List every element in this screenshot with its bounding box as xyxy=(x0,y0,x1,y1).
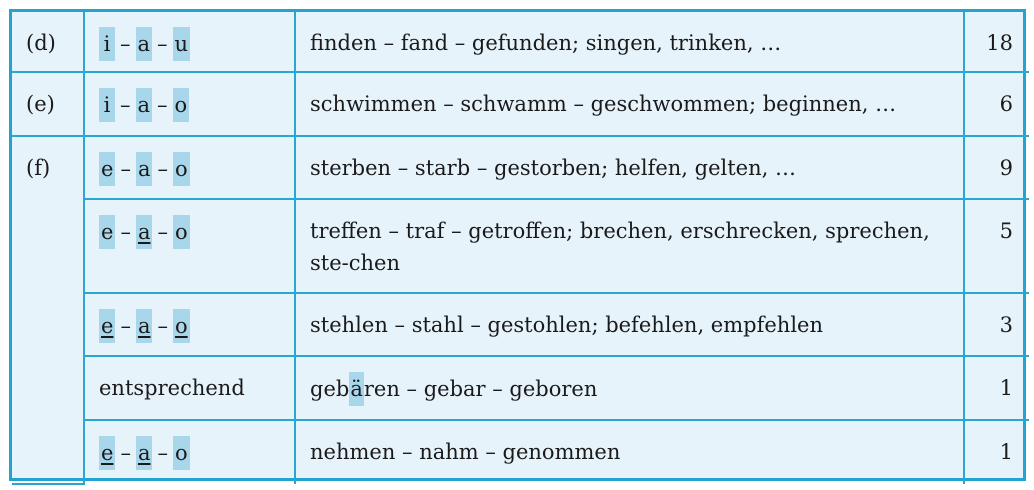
verb-examples: gebären – gebar – geboren xyxy=(294,355,965,421)
vowel-1: e xyxy=(99,152,116,186)
verb-examples: sterben – starb – gestorben; helfen, gel… xyxy=(294,135,965,200)
table-row: e – a – o treffen – traf – getroffen; breche… xyxy=(12,198,1029,294)
vowel-pattern: e – a – o xyxy=(84,292,296,357)
vowel-3: u xyxy=(172,27,191,61)
vowel-2: a xyxy=(135,88,153,122)
verb-examples: stehlen – stahl – gestohlen; befehlen, e… xyxy=(294,292,965,357)
table-row: (d) i – a – u finden – fand – gefunden; sing… xyxy=(12,12,1029,73)
table-row: (e) i – a – o schwimmen – schwamm – geschwom… xyxy=(12,71,1029,137)
vowel-pattern-text: entsprechend xyxy=(84,355,296,421)
ablaut-table-frame: (d) i – a – u finden – fand – gefunden; sing… xyxy=(9,9,1029,485)
ablaut-table: (d) i – a – u finden – fand – gefunden; sing… xyxy=(12,12,1029,485)
vowel-1: e xyxy=(99,436,116,470)
vowel-pattern: e – a – o xyxy=(84,198,296,294)
verb-examples-text: treffen – traf – getroffen; brechen, ers… xyxy=(310,219,930,275)
table-row: e – a – o stehlen – stahl – gestohlen; befeh… xyxy=(12,292,1029,357)
vowel-2: a xyxy=(135,309,153,343)
vowel-2: a xyxy=(135,27,153,61)
vowel-3: o xyxy=(172,88,190,122)
vowel-1: i xyxy=(99,88,115,122)
vowel-pattern: i – a – o xyxy=(83,71,296,137)
table-row: entsprechend gebären – gebar – geboren 1 xyxy=(12,355,1029,421)
class-letter: (e) xyxy=(12,71,85,137)
verb-count: 18 xyxy=(963,12,1029,73)
vowel-2: a xyxy=(135,215,153,249)
vowel-3: o xyxy=(172,436,190,470)
vowel-1: i xyxy=(99,27,115,61)
vowel-2: a xyxy=(135,436,153,470)
examples-part: ren – gebar – geboren xyxy=(363,377,598,401)
class-letter: (f) xyxy=(12,135,85,485)
vowel-2: a xyxy=(135,152,153,186)
class-letter: (d) xyxy=(12,12,85,73)
vowel-3: o xyxy=(172,309,190,343)
umlaut-highlight: ä xyxy=(349,372,364,406)
table-row: (f) e – a – o sterben – starb – gestorben; h… xyxy=(12,135,1029,485)
vowel-pattern: e – a – o xyxy=(83,135,296,200)
verb-examples: finden – fand – gefunden; singen, trinke… xyxy=(294,12,965,73)
verb-count: 6 xyxy=(963,71,1029,137)
verb-count: 1 xyxy=(963,419,1029,484)
verb-examples: nehmen – nahm – genommen xyxy=(294,419,965,484)
vowel-3: o xyxy=(172,152,190,186)
examples-part: geb xyxy=(310,377,350,401)
verb-examples: treffen – traf – getroffen; brechen, ers… xyxy=(294,198,965,294)
vowel-3: o xyxy=(172,215,190,249)
vowel-1: e xyxy=(99,215,116,249)
verb-examples: schwimmen – schwamm – geschwommen; begin… xyxy=(294,71,965,137)
verb-count: 1 xyxy=(963,355,1029,421)
verb-count: 5 xyxy=(963,198,1029,294)
vowel-pattern: i – a – u xyxy=(83,12,296,73)
vowel-1: e xyxy=(99,309,116,343)
vowel-pattern: e – a – o xyxy=(84,419,296,484)
verb-count: 3 xyxy=(963,292,1029,357)
verb-count: 9 xyxy=(963,135,1029,200)
table-row: e – a – o nehmen – nahm – genommen 1 xyxy=(12,419,1029,484)
